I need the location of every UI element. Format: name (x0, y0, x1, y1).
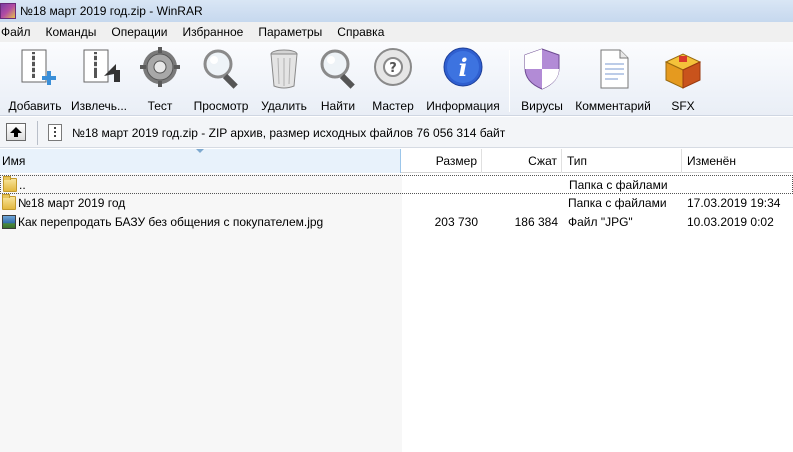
extract-icon (83, 49, 120, 83)
file-packed (483, 176, 559, 195)
add-archive-icon (21, 49, 56, 85)
column-header-name-label: Имя (2, 154, 26, 168)
extract-button-label: Извлечь... (70, 99, 127, 113)
archive-icon (48, 124, 62, 141)
find-button[interactable]: Найти (316, 46, 360, 114)
view-button-label: Просмотр (193, 99, 249, 113)
address-separator (37, 121, 38, 145)
menu-bar: Файл Команды Операции Избранное Параметр… (0, 22, 793, 42)
menu-commands[interactable]: Команды (46, 25, 97, 39)
title-bar: №18 март 2019 год.zip - WinRAR (0, 0, 793, 22)
folder-icon (3, 176, 17, 192)
column-header-modified[interactable]: Изменён (682, 149, 793, 173)
file-size (402, 194, 478, 213)
test-button-label: Тест (147, 99, 173, 113)
delete-button-label: Удалить (261, 99, 307, 113)
comment-button-label: Комментарий (575, 99, 651, 113)
info-button[interactable]: i Информация (424, 46, 502, 114)
file-row-folder[interactable]: №18 март 2019 год Папка с файлами 17.03.… (0, 194, 793, 213)
search-icon (320, 49, 355, 89)
menu-options[interactable]: Параметры (258, 25, 322, 39)
column-header-size[interactable]: Размер (402, 149, 482, 173)
file-packed (482, 194, 558, 213)
gear-icon (140, 47, 180, 87)
menu-favorites[interactable]: Избранное (183, 25, 244, 39)
arrow-up-icon (10, 127, 22, 137)
extract-button[interactable]: Извлечь... (70, 46, 128, 114)
wizard-button[interactable]: ? Мастер (368, 46, 418, 114)
svg-text:?: ? (389, 61, 397, 76)
file-modified: 17.03.2019 19:34 (687, 196, 781, 210)
info-icon: i (443, 47, 483, 87)
file-name: №18 март 2019 год (18, 196, 126, 210)
toolbar-separator (509, 50, 510, 112)
sfx-box-icon (664, 53, 702, 89)
view-button[interactable]: Просмотр (190, 46, 252, 114)
archive-path: №18 март 2019 год.zip - ZIP архив, разме… (72, 126, 506, 140)
magnifier-icon (203, 49, 238, 89)
folder-icon (2, 194, 16, 210)
file-type: Файл "JPG" (568, 215, 633, 229)
file-name: .. (19, 178, 26, 192)
delete-button[interactable]: Удалить (258, 46, 310, 114)
file-modified: 10.03.2019 0:02 (687, 215, 774, 229)
file-row-jpg[interactable]: Как перепродать БАЗУ без общения с покуп… (0, 213, 793, 232)
file-size: 203 730 (434, 215, 478, 229)
shield-icon (524, 48, 560, 90)
winrar-app-icon[interactable] (0, 3, 16, 19)
menu-file[interactable]: Файл (1, 25, 31, 39)
image-file-icon (2, 215, 16, 229)
virus-scan-button-label: Вирусы (521, 99, 563, 113)
file-packed: 186 384 (514, 215, 558, 229)
sort-arrow-icon (196, 149, 204, 153)
file-type: Папка с файлами (569, 178, 668, 192)
window-title: №18 март 2019 год.zip - WinRAR (20, 4, 203, 18)
test-button[interactable]: Тест (136, 46, 184, 114)
menu-help[interactable]: Справка (337, 25, 384, 39)
file-row-parent[interactable]: .. Папка с файлами (0, 175, 793, 194)
find-button-label: Найти (320, 99, 356, 113)
file-name: Как перепродать БАЗУ без общения с покуп… (18, 215, 324, 229)
lifebuoy-icon: ? (374, 48, 412, 86)
comment-document-icon (600, 49, 629, 89)
column-header-type[interactable]: Тип (562, 149, 682, 173)
column-header-packed[interactable]: Сжат (482, 149, 562, 173)
add-button[interactable]: Добавить (6, 46, 64, 114)
file-type: Папка с файлами (568, 196, 667, 210)
file-size (403, 176, 479, 195)
add-button-label: Добавить (8, 99, 62, 113)
svg-text:i: i (458, 53, 467, 82)
sfx-button[interactable]: SFX (660, 46, 706, 114)
address-bar: №18 март 2019 год.zip - ZIP архив, разме… (0, 117, 793, 148)
up-folder-button[interactable] (6, 123, 26, 141)
column-header-name[interactable]: Имя (0, 149, 401, 173)
wizard-button-label: Мастер (372, 99, 414, 113)
comment-button[interactable]: Комментарий (572, 46, 654, 114)
file-list-header: Имя Размер Сжат Тип Изменён (0, 149, 793, 173)
toolbar: Добавить Извлечь... Тест Просмотр Удалит… (0, 42, 793, 116)
virus-scan-button[interactable]: Вирусы (517, 46, 567, 114)
file-list: .. Папка с файлами №18 март 2019 год Пап… (0, 174, 793, 452)
menu-operations[interactable]: Операции (111, 25, 167, 39)
sfx-button-label: SFX (671, 99, 695, 113)
trash-icon (270, 49, 298, 89)
info-button-label: Информация (426, 99, 500, 113)
